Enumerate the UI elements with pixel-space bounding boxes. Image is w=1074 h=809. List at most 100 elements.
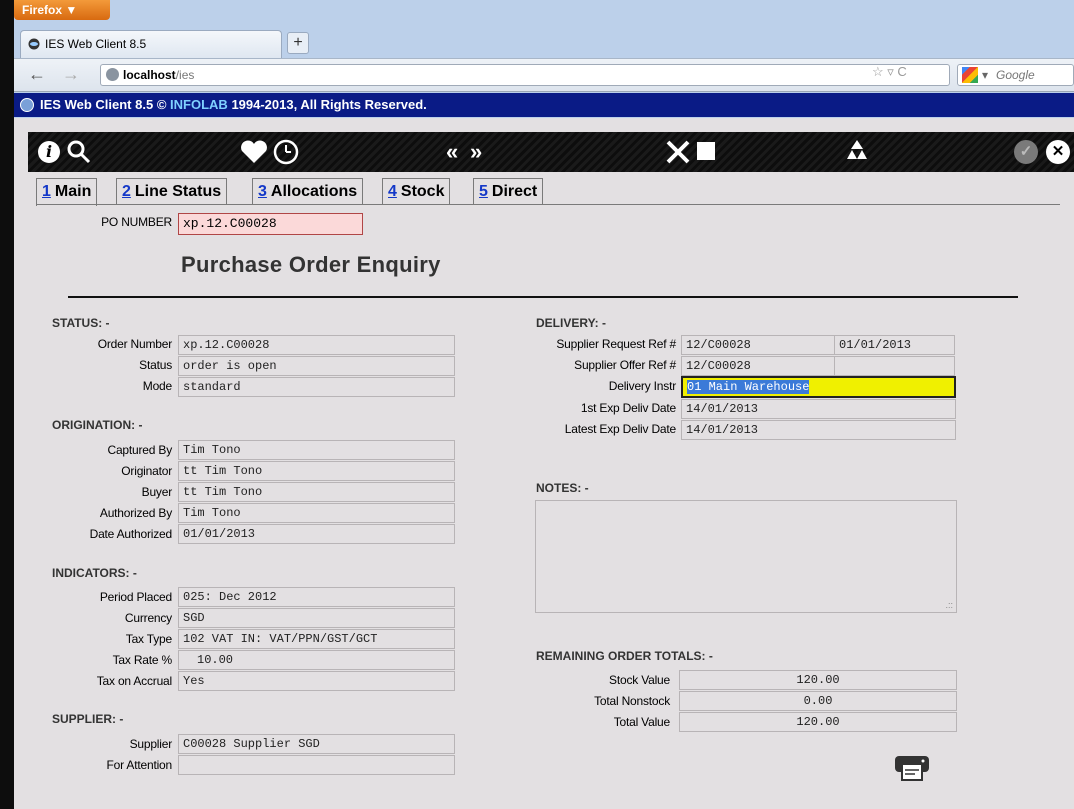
origination-heading: ORIGINATION: - [52,418,143,432]
captured-by-label: Captured By [107,443,172,457]
remaining-totals-heading: REMAINING ORDER TOTALS: - [536,649,713,663]
app-toolbar: i « » ✓ ✕ [28,132,1074,172]
mode-label: Mode [142,379,172,393]
po-number-input[interactable]: xp.12.C00028 [178,213,363,235]
navigation-bar: ← → localhost/ies ☆ ▿ C ▾ Google [14,58,1074,92]
stop-icon[interactable] [697,142,715,160]
latest-exp-deliv-date-field: 14/01/2013 [681,420,956,440]
browser-tab-title: IES Web Client 8.5 [45,37,147,51]
supplier-offer-date-field [834,356,955,376]
tax-type-label: Tax Type [125,632,172,646]
supplier-request-ref-field: 12/C00028 [681,335,835,355]
tax-type-field: 102 VAT IN: VAT/PPN/GST/GCT [178,629,455,649]
delivery-heading: DELIVERY: - [536,316,607,330]
tools-icon[interactable] [664,138,692,166]
fast-forward-icon[interactable]: » [470,138,482,166]
supplier-request-date-field: 01/01/2013 [834,335,955,355]
tax-rate-label: Tax Rate % [112,653,173,667]
supplier-label: Supplier [129,737,173,751]
search-placeholder: Google [996,68,1035,82]
search-engine-dropdown-icon[interactable]: ▾ [982,65,988,85]
buyer-field: tt Tim Tono [178,482,455,502]
browser-tab[interactable]: IES Web Client 8.5 [20,30,282,58]
supplier-request-ref-label: Supplier Request Ref # [556,337,676,351]
date-authorized-field: 01/01/2013 [178,524,455,544]
po-number-label: PO NUMBER [101,215,172,229]
stock-value-label: Stock Value [609,673,670,687]
buyer-label: Buyer [141,485,173,499]
tab-stock[interactable]: 4 Stock [382,178,451,205]
originator-field: tt Tim Tono [178,461,455,481]
captured-by-field: Tim Tono [178,440,455,460]
status-heading: STATUS: - [52,316,110,330]
status-field: order is open [178,356,455,376]
authorized-by-label: Authorized By [99,506,172,520]
bookmark-star-icon[interactable]: ☆ ▿ C [872,64,907,80]
mode-field: standard [178,377,455,397]
url-bar[interactable]: localhost/ies [100,64,950,86]
desktop-edge [0,0,14,809]
ies-favicon-icon [28,38,40,50]
check-icon[interactable]: ✓ [1014,140,1038,164]
globe-icon [106,68,119,81]
url-path: /ies [175,68,195,82]
url-host: localhost [123,68,176,82]
clock-icon[interactable] [273,139,299,165]
new-tab-button[interactable]: + [287,32,309,54]
tab-divider [36,204,1060,205]
firefox-menu-button[interactable]: Firefox ▼ [14,0,110,20]
order-number-field: xp.12.C00028 [178,335,455,355]
tax-on-accrual-label: Tax on Accrual [96,674,172,688]
delivery-instr-label: Delivery Instr [608,379,676,393]
first-exp-deliv-date-label: 1st Exp Deliv Date [580,401,676,415]
tax-on-accrual-field: Yes [178,671,455,691]
back-arrow-icon[interactable]: ← [28,64,46,85]
supplier-offer-ref-field: 12/C00028 [681,356,835,376]
supplier-offer-ref-label: Supplier Offer Ref # [574,358,676,372]
copyright-symbol: © [156,97,167,112]
search-box[interactable]: ▾ Google [957,64,1074,86]
total-value-field: 120.00 [679,712,957,732]
rights-text: 1994-2013, All Rights Reserved. [231,97,427,112]
tab-direct[interactable]: 5 Direct [473,178,544,205]
notes-heading: NOTES: - [536,481,589,495]
app-title: IES Web Client 8.5 [40,97,154,112]
heart-icon[interactable] [240,140,268,164]
printer-icon[interactable] [893,752,931,782]
resize-grip-icon[interactable]: .:: [945,600,953,610]
page-title: Purchase Order Enquiry [181,252,441,277]
status-label: Status [139,358,172,372]
period-placed-field: 025: Dec 2012 [178,587,455,607]
tax-rate-field: 10.00 [178,650,455,670]
stock-value-field: 120.00 [679,670,957,690]
google-icon [962,67,978,83]
currency-field: SGD [178,608,455,628]
tab-allocations[interactable]: 3 Allocations [252,178,364,205]
search-icon[interactable] [66,139,92,165]
total-nonstock-label: Total Nonstock [594,694,670,708]
delivery-instr-selected-text: 01 Main Warehouse [687,380,810,394]
order-number-label: Order Number [97,337,172,351]
total-nonstock-field: 0.00 [679,691,957,711]
tab-line-status[interactable]: 2 Line Status [116,178,228,205]
rewind-icon[interactable]: « [446,138,458,166]
authorized-by-field: Tim Tono [178,503,455,523]
ies-logo-icon [20,98,34,112]
delivery-instr-input[interactable]: 01 Main Warehouse [681,376,956,398]
for-attention-label: For Attention [106,758,173,772]
currency-label: Currency [124,611,172,625]
app-header-bar: IES Web Client 8.5 © INFOLAB 1994-2013, … [14,93,1074,117]
recycle-icon[interactable] [843,137,871,165]
originator-label: Originator [121,464,172,478]
supplier-field: C00028 Supplier SGD [178,734,455,754]
forward-arrow-icon[interactable]: → [62,64,80,85]
latest-exp-deliv-date-label: Latest Exp Deliv Date [564,422,676,436]
date-authorized-label: Date Authorized [89,527,173,541]
indicators-heading: INDICATORS: - [52,566,137,580]
notes-textarea[interactable]: .:: [535,500,957,613]
for-attention-field [178,755,455,775]
close-icon[interactable]: ✕ [1046,140,1070,164]
info-icon[interactable]: i [38,141,60,163]
tab-main[interactable]: 1 Main [36,178,98,206]
total-value-label: Total Value [613,715,670,729]
